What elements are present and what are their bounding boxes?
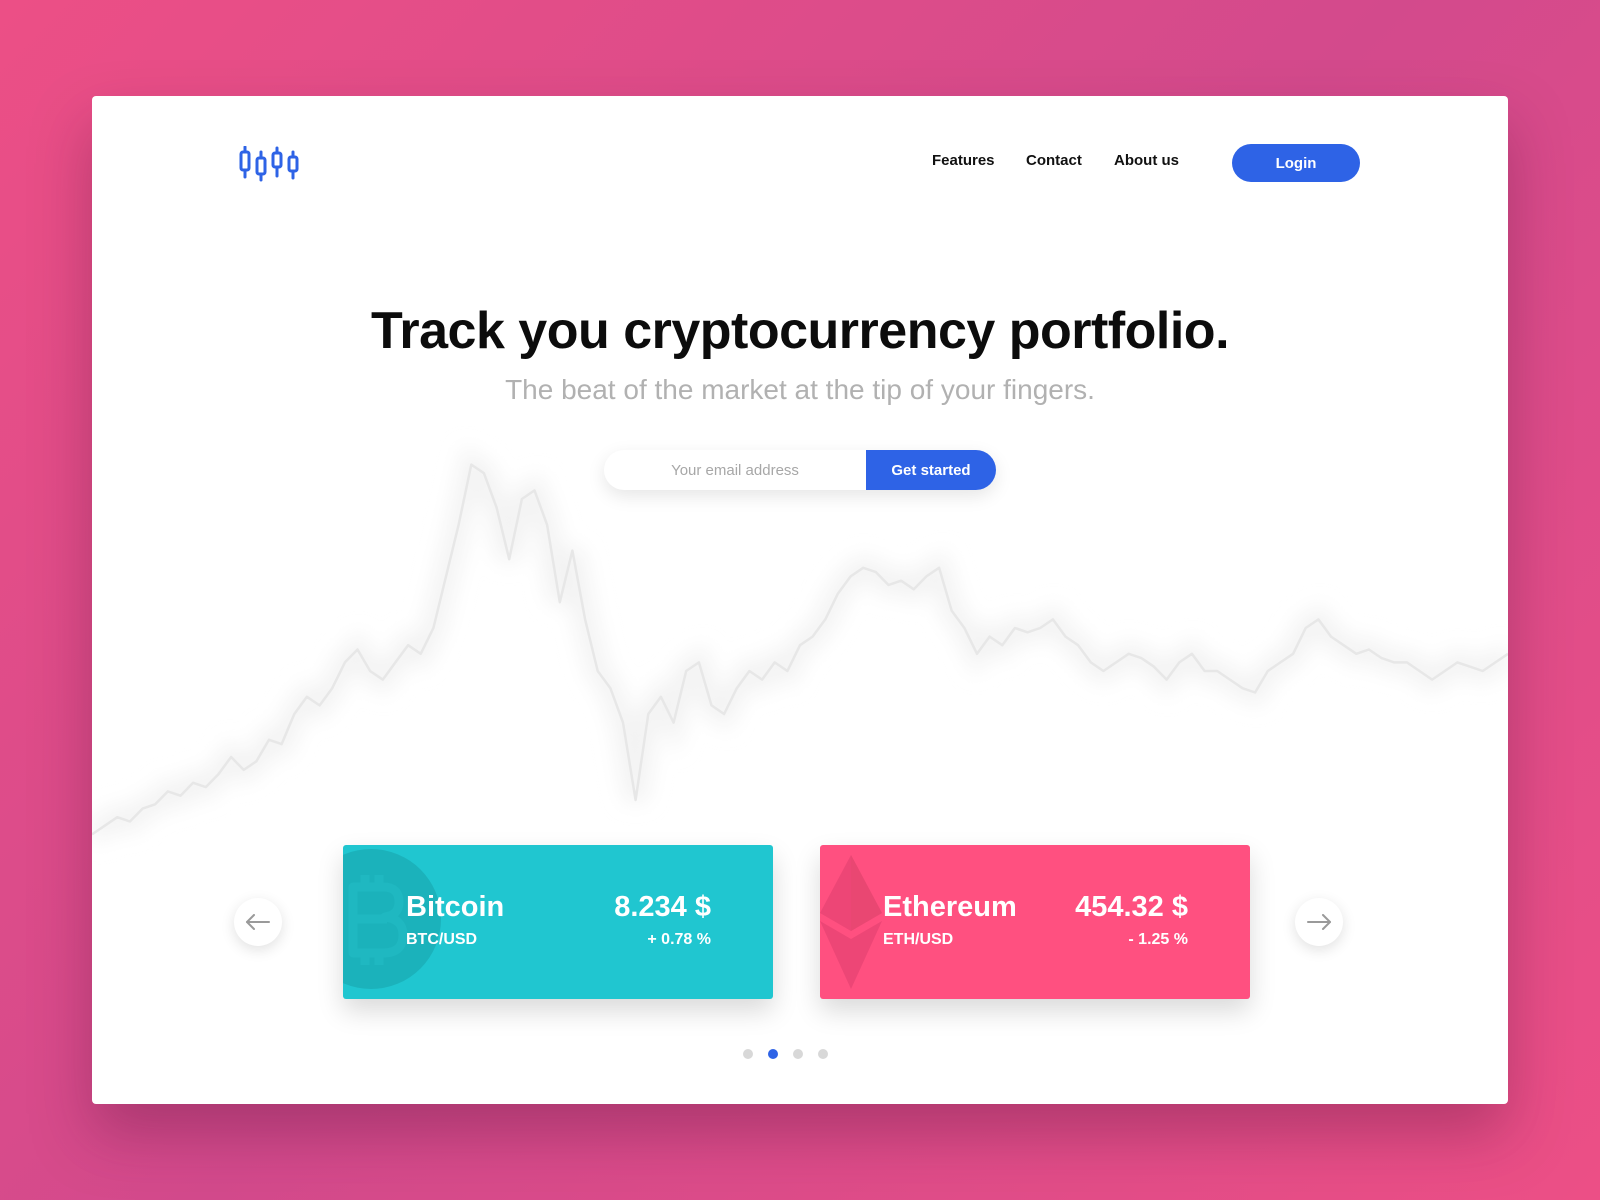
carousel-dot[interactable] <box>818 1049 828 1059</box>
card-change-percent: - 1.25 % <box>1128 931 1188 948</box>
arrow-right-icon <box>1307 914 1331 930</box>
nav-link-features[interactable]: Features <box>932 152 995 169</box>
carousel-dot[interactable] <box>793 1049 803 1059</box>
page-subtitle: The beat of the market at the tip of you… <box>505 374 1095 405</box>
card-coin-name: Bitcoin <box>406 891 505 923</box>
carousel-dot[interactable] <box>743 1049 753 1059</box>
card-price: 8.234 $ <box>614 891 711 923</box>
nav-link-contact[interactable]: Contact <box>1026 152 1082 169</box>
background-price-chart <box>92 446 1508 844</box>
crypto-card-ethereum[interactable]: Ethereum ETH/USD 454.32 $ - 1.25 % <box>820 845 1250 999</box>
email-input[interactable] <box>604 450 866 490</box>
carousel-next-button[interactable] <box>1295 898 1343 946</box>
arrow-left-icon <box>246 914 270 930</box>
card-price: 454.32 $ <box>1075 891 1188 923</box>
nav-link-about-us[interactable]: About us <box>1114 152 1179 169</box>
browser-window: Features Contact About us Login Track yo… <box>92 96 1508 1104</box>
top-navigation: Features Contact About us Login <box>92 144 1508 184</box>
signup-form: Get started <box>604 450 996 490</box>
carousel-dot[interactable] <box>768 1049 778 1059</box>
ethereum-icon <box>820 855 882 989</box>
card-coin-name: Ethereum <box>883 891 1017 923</box>
card-trading-pair: ETH/USD <box>883 931 954 948</box>
carousel-prev-button[interactable] <box>234 898 282 946</box>
page-title: Track you cryptocurrency portfolio. <box>370 302 1230 360</box>
login-button[interactable]: Login <box>1232 144 1360 182</box>
get-started-button[interactable]: Get started <box>866 450 996 490</box>
card-trading-pair: BTC/USD <box>406 931 478 948</box>
carousel-pagination <box>92 1049 1508 1061</box>
card-change-percent: + 0.78 % <box>647 931 711 948</box>
crypto-card-bitcoin[interactable]: Bitcoin BTC/USD 8.234 $ + 0.78 % <box>343 845 773 999</box>
